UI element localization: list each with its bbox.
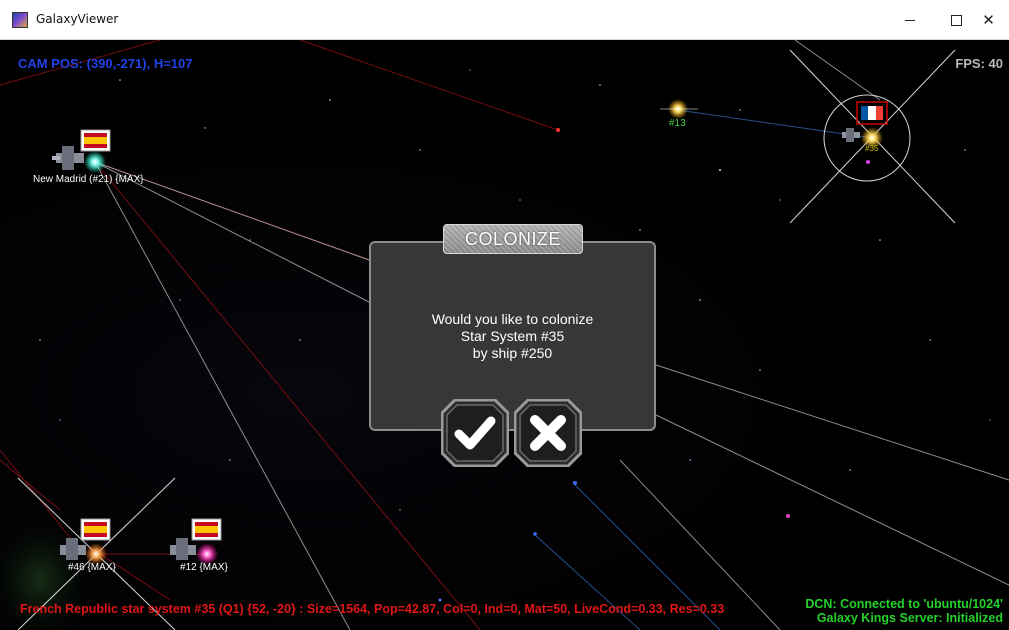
galaxy-viewport[interactable]: CAM POS: (390,-271), H=107 FPS: 40 New M…: [0, 40, 1009, 630]
dialog-message-line: Star System #35: [460, 328, 565, 344]
star-label-12: #12 {MAX}: [180, 562, 228, 573]
ship-icon[interactable]: [170, 538, 196, 560]
dialog-title-tab: COLONIZE: [443, 224, 583, 254]
dialog-message: Would you like to colonize Star System #…: [371, 311, 654, 362]
flag-france: [856, 101, 888, 125]
ship-icon[interactable]: [52, 146, 84, 170]
star-label-35: #35: [865, 144, 879, 153]
dialog-title: COLONIZE: [464, 228, 561, 249]
flag-spain: [80, 518, 111, 541]
window-titlebar: GalaxyViewer ✕: [0, 0, 1009, 40]
dialog-message-line: by ship #250: [472, 345, 553, 361]
flag-spain: [191, 518, 222, 541]
app-icon: [12, 12, 28, 28]
colonize-dialog: Would you like to colonize Star System #…: [369, 241, 656, 431]
star-label-new-madrid: New Madrid (#21) {MAX}: [33, 174, 144, 185]
dialog-message-line: Would you like to colonize: [431, 311, 594, 327]
cancel-colonize-button[interactable]: [514, 399, 582, 467]
star-system-status: French Republic star system #35 (Q1) {52…: [20, 602, 725, 616]
close-button[interactable]: ✕: [968, 0, 1009, 40]
window-title: GalaxyViewer: [36, 12, 119, 26]
camera-position-readout: CAM POS: (390,-271), H=107: [18, 56, 193, 71]
connection-line: DCN: Connected to 'ubuntu/1024': [805, 597, 1003, 611]
ship-icon[interactable]: [842, 128, 860, 142]
fps-readout: FPS: 40: [955, 56, 1003, 71]
minimize-icon: [905, 19, 915, 21]
maximize-icon: [950, 14, 962, 26]
star-label-13: #13: [669, 118, 686, 129]
minimize-button[interactable]: [887, 0, 933, 40]
star-new-madrid[interactable]: [84, 151, 106, 173]
server-status-line: Galaxy Kings Server: Initialized: [816, 611, 1003, 625]
connection-status: DCN: Connected to 'ubuntu/1024' Galaxy K…: [805, 597, 1003, 625]
flag-spain: [80, 129, 111, 152]
confirm-colonize-button[interactable]: [441, 399, 509, 467]
star-label-46: #46 {MAX}: [68, 562, 116, 573]
close-icon: ✕: [982, 11, 995, 29]
